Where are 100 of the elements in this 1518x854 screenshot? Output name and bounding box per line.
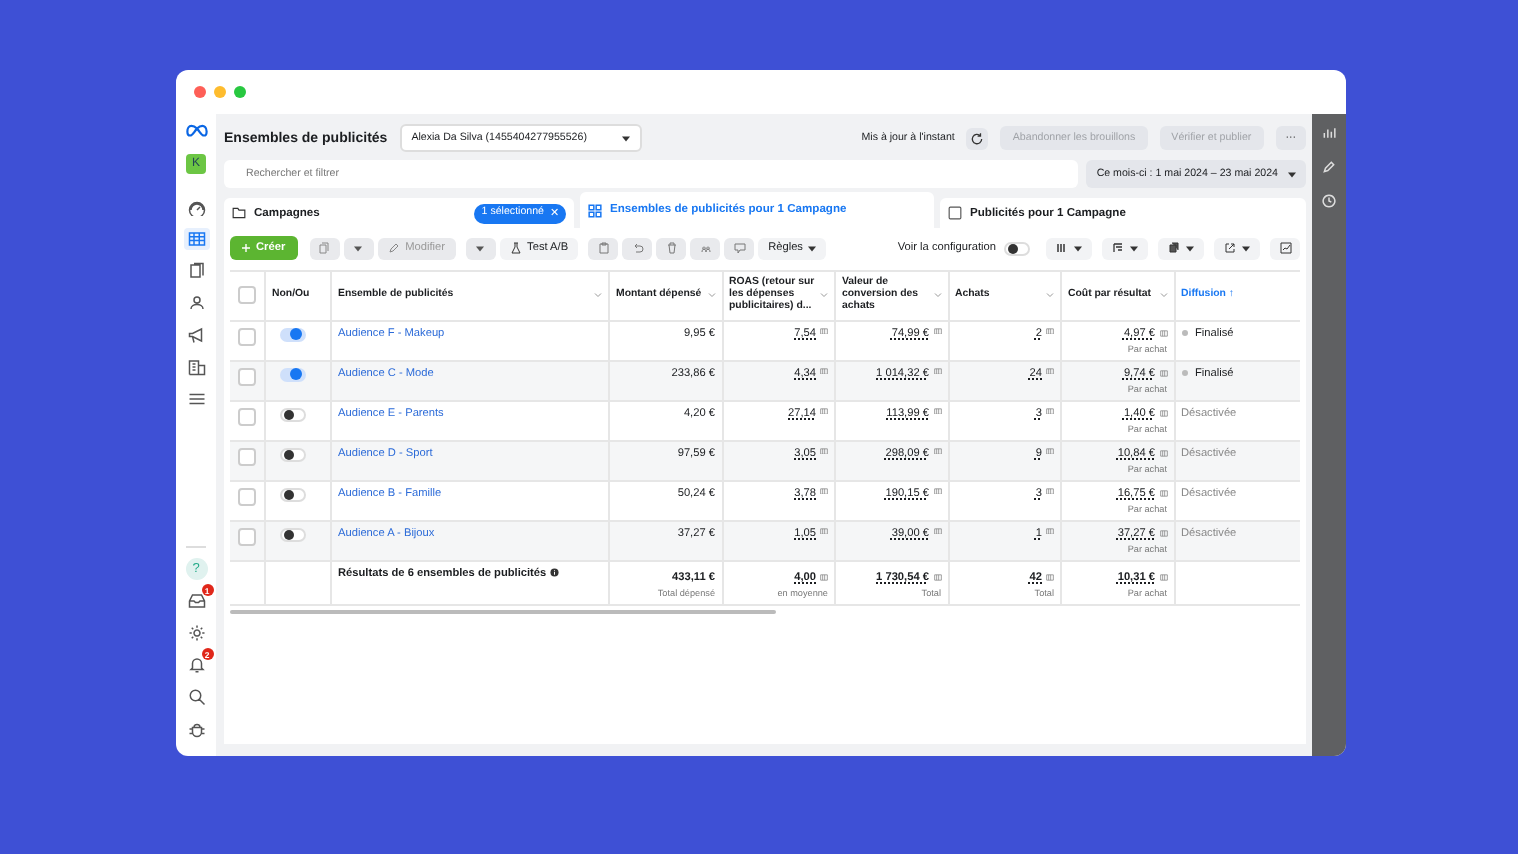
delete-button[interactable] — [656, 237, 687, 259]
duplicate-button[interactable] — [309, 237, 340, 259]
compare-icon[interactable] — [1046, 527, 1054, 535]
export-icon — [1224, 242, 1236, 254]
compare-icon[interactable] — [820, 447, 828, 455]
chart-button[interactable] — [1270, 237, 1300, 259]
people-icon — [699, 242, 712, 254]
inbox-icon[interactable] — [187, 592, 205, 610]
columns-icon — [1056, 242, 1068, 254]
export-button[interactable] — [1214, 237, 1260, 259]
toggle-switch[interactable] — [279, 367, 305, 382]
compare-icon[interactable] — [933, 447, 941, 455]
toggle-switch[interactable] — [1004, 241, 1030, 255]
caret-icon[interactable] — [820, 292, 828, 299]
compare-icon[interactable] — [933, 487, 941, 495]
caret-icon — [1288, 171, 1296, 177]
compare-icon[interactable] — [1159, 410, 1167, 418]
compare-icon[interactable] — [1159, 574, 1167, 582]
toggle-switch[interactable] — [279, 527, 305, 542]
dropdown-button[interactable] — [465, 237, 496, 259]
toggle-switch[interactable] — [279, 327, 305, 342]
compare-icon[interactable] — [933, 574, 941, 582]
compare-icon[interactable] — [1159, 530, 1167, 538]
clock-icon[interactable] — [1322, 194, 1336, 208]
row-checkbox[interactable] — [238, 367, 256, 386]
bar-chart-icon[interactable] — [1322, 126, 1336, 140]
info-icon[interactable] — [550, 568, 560, 578]
caret-icon — [476, 245, 485, 251]
refresh-icon — [970, 131, 985, 145]
clipboard-button[interactable] — [588, 237, 619, 259]
compare-icon[interactable] — [1159, 370, 1167, 378]
compare-icon[interactable] — [1046, 574, 1054, 582]
scrollbar[interactable] — [230, 609, 776, 615]
list-icon — [1112, 242, 1124, 254]
row-checkbox[interactable] — [238, 527, 256, 546]
undo-icon — [631, 242, 644, 254]
compare-icon[interactable] — [1159, 490, 1167, 498]
compare-icon[interactable] — [933, 407, 941, 415]
settings-icon[interactable] — [187, 624, 205, 642]
row-checkbox[interactable] — [238, 327, 256, 346]
compare-icon[interactable] — [820, 407, 828, 415]
caret-icon — [1074, 245, 1082, 251]
megaphone-icon — [187, 326, 205, 344]
toggle-switch[interactable] — [279, 487, 305, 502]
caret-icon — [1186, 245, 1194, 251]
checkbox-icon — [948, 206, 962, 220]
toggle-switch[interactable] — [279, 407, 305, 422]
breakdown-button[interactable] — [1102, 237, 1148, 259]
building-icon — [187, 358, 205, 376]
undo-button[interactable] — [622, 237, 653, 259]
pencil-icon[interactable] — [1322, 160, 1336, 174]
compare-icon[interactable] — [820, 574, 828, 582]
gauge-icon — [187, 198, 205, 216]
bug-icon[interactable] — [187, 720, 205, 738]
search-icon[interactable] — [187, 688, 205, 706]
columns-button[interactable] — [1046, 237, 1092, 259]
refresh-button[interactable] — [966, 127, 989, 149]
pages-icon — [187, 262, 205, 280]
caret-icon[interactable] — [933, 292, 941, 299]
compare-icon[interactable] — [820, 487, 828, 495]
compare-icon[interactable] — [933, 367, 941, 375]
compare-icon[interactable] — [820, 367, 828, 375]
caret-icon — [808, 245, 817, 251]
compare-icon[interactable] — [1046, 367, 1054, 375]
copy-icon — [318, 242, 331, 254]
table-icon — [187, 230, 205, 248]
infinity-logo-icon[interactable] — [185, 122, 207, 138]
caret-icon[interactable] — [594, 292, 602, 299]
chart-icon — [1279, 242, 1291, 254]
comment-button[interactable] — [724, 237, 755, 259]
compare-icon[interactable] — [1159, 450, 1167, 458]
close-button[interactable] — [194, 86, 206, 98]
compare-icon[interactable] — [933, 327, 941, 335]
compare-icon[interactable] — [1159, 330, 1167, 338]
row-checkbox[interactable] — [238, 447, 256, 466]
caret-icon[interactable] — [707, 292, 715, 299]
compare-icon[interactable] — [1046, 327, 1054, 335]
compare-icon[interactable] — [820, 527, 828, 535]
caret-icon — [622, 135, 631, 141]
menu-icon — [187, 390, 205, 408]
reports-button[interactable] — [1158, 237, 1204, 259]
row-checkbox[interactable] — [238, 407, 256, 426]
bell-icon[interactable] — [187, 656, 205, 674]
caret-icon[interactable] — [1046, 292, 1054, 299]
people-button[interactable] — [690, 237, 721, 259]
toggle-switch[interactable] — [279, 447, 305, 462]
nav-item[interactable] — [183, 228, 209, 250]
compare-icon[interactable] — [933, 527, 941, 535]
row-checkbox[interactable] — [238, 487, 256, 506]
zoom-button[interactable] — [234, 86, 246, 98]
compare-icon[interactable] — [1046, 407, 1054, 415]
select-all-checkbox[interactable] — [238, 286, 256, 304]
compare-icon[interactable] — [820, 327, 828, 335]
compare-icon[interactable] — [1046, 487, 1054, 495]
minimize-button[interactable] — [214, 86, 226, 98]
compare-icon[interactable] — [1046, 447, 1054, 455]
caret-icon[interactable] — [1159, 292, 1167, 299]
dropdown-button[interactable] — [343, 237, 374, 259]
nav-item[interactable] — [183, 196, 209, 218]
nav-item[interactable] — [183, 356, 209, 378]
